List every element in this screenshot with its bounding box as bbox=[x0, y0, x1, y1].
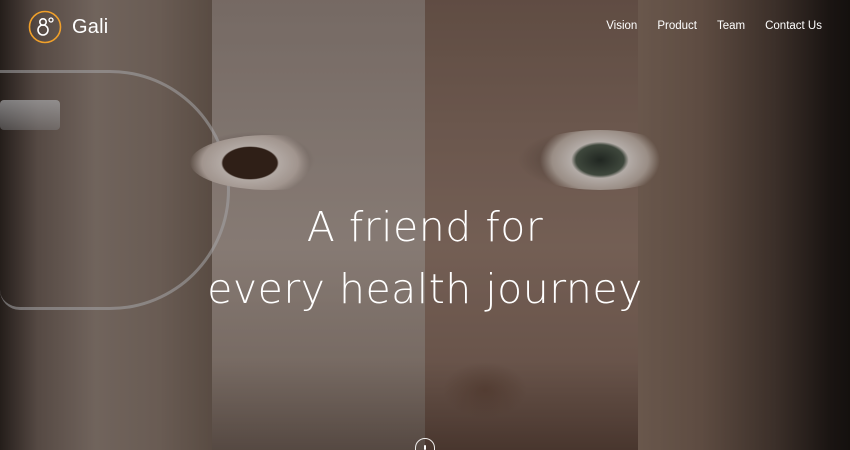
hero-headline: A friend for every health journey bbox=[0, 196, 850, 320]
headline-line-1: A friend for bbox=[306, 203, 544, 251]
logo-link[interactable]: Gali bbox=[28, 10, 108, 44]
nav-link-team[interactable]: Team bbox=[717, 20, 745, 32]
nav-link-contact-us[interactable]: Contact Us bbox=[765, 20, 822, 32]
brand-name: Gali bbox=[72, 15, 109, 38]
site-header: Gali Vision Product Team Contact Us bbox=[0, 0, 850, 56]
scroll-dot bbox=[424, 445, 426, 450]
main-nav: Vision Product Team Contact Us bbox=[606, 20, 822, 32]
gali-logo-icon bbox=[28, 10, 62, 44]
hero-section: Gali Vision Product Team Contact Us A fr… bbox=[0, 0, 850, 450]
nav-link-product[interactable]: Product bbox=[657, 20, 697, 32]
nav-link-vision[interactable]: Vision bbox=[606, 20, 637, 32]
headline-line-2: every health journey bbox=[207, 265, 643, 313]
